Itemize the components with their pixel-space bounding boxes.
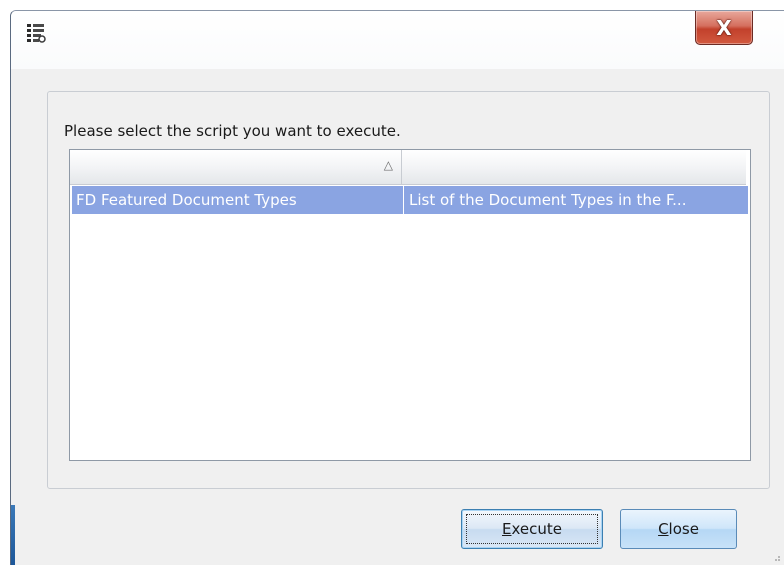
close-label-rest: lose bbox=[668, 520, 699, 538]
column-header-description[interactable] bbox=[402, 150, 746, 185]
title-bar[interactable]: X bbox=[11, 11, 784, 69]
execute-button[interactable]: Execute bbox=[461, 509, 603, 549]
window-close-button[interactable]: X bbox=[695, 11, 753, 45]
execute-button-label: Execute bbox=[502, 520, 562, 538]
column-header-name[interactable]: △ bbox=[70, 150, 402, 185]
list-header: △ bbox=[70, 150, 750, 185]
list-item[interactable]: FD Featured Document Types List of the D… bbox=[72, 186, 748, 214]
close-icon: X bbox=[716, 15, 732, 40]
script-selection-group: Please select the script you want to exe… bbox=[47, 91, 770, 489]
execute-label-rest: xecute bbox=[511, 520, 562, 538]
close-mnemonic: C bbox=[658, 520, 669, 538]
sort-ascending-icon: △ bbox=[383, 158, 393, 172]
script-description-cell: List of the Document Types in the F... bbox=[409, 191, 687, 209]
app-list-icon bbox=[27, 24, 46, 43]
script-dialog: X Please select the script you want to e… bbox=[10, 10, 784, 565]
script-list[interactable]: △ FD Featured Document Types List of the… bbox=[69, 149, 751, 461]
instruction-label: Please select the script you want to exe… bbox=[64, 122, 401, 140]
dialog-content: Please select the script you want to exe… bbox=[11, 69, 784, 565]
window-edge-accent bbox=[11, 505, 15, 565]
resize-grip-icon[interactable] bbox=[771, 552, 781, 562]
close-button-label: Close bbox=[658, 520, 699, 538]
screen: X Please select the script you want to e… bbox=[0, 0, 784, 565]
close-button[interactable]: Close bbox=[620, 509, 737, 549]
script-name-cell: FD Featured Document Types bbox=[72, 186, 404, 214]
